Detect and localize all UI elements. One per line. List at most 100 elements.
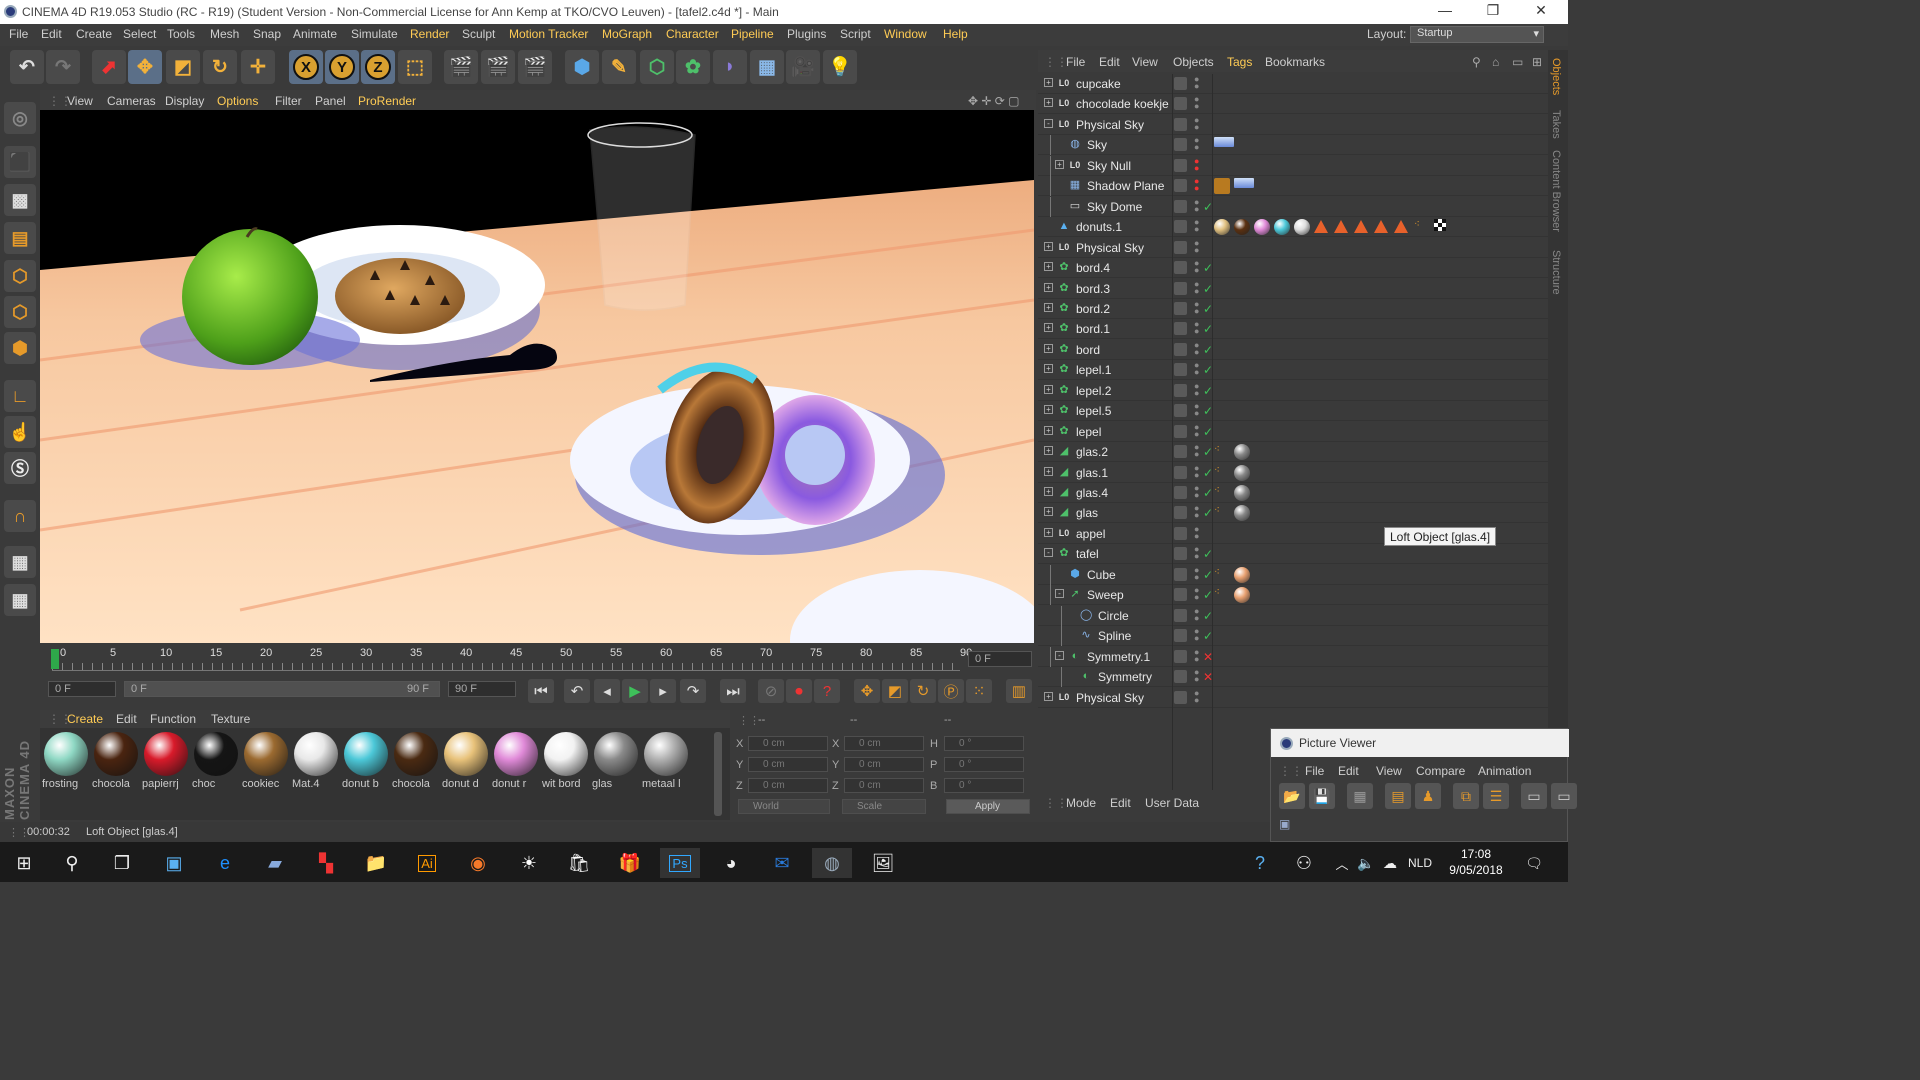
taskbar-edge[interactable]: e [205, 848, 245, 878]
visibility-dots-icon[interactable]: ● ● [1194, 463, 1199, 479]
menu-select[interactable]: Select [123, 27, 156, 41]
coord-value-field[interactable]: 0 cm [748, 736, 828, 751]
expand-icon[interactable]: + [1044, 691, 1053, 701]
object-row[interactable]: + ✿ bord ● ● ✓ [1038, 340, 1548, 360]
layer-visibility-icon[interactable] [1174, 486, 1187, 499]
texture-mode-button[interactable]: ▩ [4, 184, 36, 216]
layer-visibility-icon[interactable] [1174, 690, 1187, 704]
rotate-tool-button[interactable]: ↻ [203, 50, 237, 84]
material-tag-icon[interactable] [1234, 566, 1250, 583]
material-tag-icon[interactable] [1214, 219, 1230, 236]
visibility-dots-icon[interactable]: ● ● [1194, 484, 1199, 500]
sky-texture-tag-icon[interactable] [1234, 178, 1254, 189]
expand-icon[interactable]: + [1044, 241, 1053, 251]
minimize-button[interactable]: — [1430, 2, 1460, 18]
visibility-dots-icon[interactable]: ● ● [1194, 136, 1199, 152]
layer-visibility-icon[interactable] [1174, 506, 1187, 520]
coord-value-field[interactable]: 0 ° [944, 736, 1024, 751]
go-to-start-button[interactable]: ⏮ [528, 679, 554, 703]
coordinate-mode-dropdown[interactable]: World [738, 799, 830, 814]
menu-animate[interactable]: Animate [293, 27, 337, 41]
object-row[interactable]: + L0 cupcake ● ● [1038, 74, 1548, 94]
visibility-dots-icon[interactable]: ● ● [1194, 299, 1199, 315]
triangle-tag-icon[interactable] [1374, 220, 1388, 234]
expand-icon[interactable]: + [1044, 384, 1053, 394]
menu-motion-tracker[interactable]: Motion Tracker [509, 27, 588, 41]
visibility-dots-icon[interactable]: ● ● [1194, 586, 1199, 602]
viewport-menu-cameras[interactable]: Cameras [107, 94, 156, 108]
menu-help[interactable]: Help [943, 27, 968, 41]
end-frame-field[interactable]: 90 F [448, 681, 516, 697]
picture-viewer-titlebar[interactable]: Picture Viewer [1271, 729, 1569, 757]
visibility-dots-icon[interactable]: ● ● [1194, 606, 1199, 622]
search-icon[interactable]: ⚲ [1472, 55, 1481, 69]
layer-visibility-icon[interactable] [1174, 526, 1187, 540]
y-axis-button[interactable]: Y [325, 50, 359, 84]
record-button[interactable]: ⏺ [786, 679, 812, 703]
coord-value-field[interactable]: 0 cm [844, 757, 924, 772]
object-row[interactable]: + ✿ bord.4 ● ● ✓ [1038, 258, 1548, 279]
expand-icon[interactable]: + [1044, 78, 1053, 87]
object-row[interactable]: + ◢ glas ● ● ✓ ⁖ [1038, 503, 1548, 524]
taskbar-chrome[interactable]: ◕ [711, 848, 751, 878]
timeline-track[interactable] [52, 663, 960, 671]
visibility-dots-icon[interactable]: ● ● [1194, 402, 1199, 418]
visibility-dots-icon[interactable]: ● ● [1194, 381, 1199, 397]
taskbar-photos[interactable]: 🖼 [863, 848, 903, 878]
render-view-button[interactable]: 🎬 [444, 50, 478, 84]
expand-icon[interactable]: + [1044, 466, 1053, 476]
coord-value-field[interactable]: 0 ° [944, 757, 1024, 772]
layer-visibility-icon[interactable] [1174, 588, 1187, 602]
object-row[interactable]: - L0 Physical Sky ● ● [1038, 115, 1548, 135]
polygons-mode-button[interactable]: ⬢ [4, 332, 36, 364]
layer-visibility-icon[interactable] [1174, 649, 1187, 663]
material-swatch[interactable]: donut r [492, 732, 540, 792]
expand-icon[interactable]: + [1044, 425, 1053, 435]
expand-icon[interactable]: + [1044, 527, 1053, 537]
menu-render[interactable]: Render [410, 27, 449, 41]
pv-window2-button[interactable]: ▭ [1551, 783, 1577, 809]
texture-checker-icon[interactable] [1434, 219, 1446, 232]
layer-visibility-icon[interactable] [1174, 220, 1187, 234]
visibility-dots-icon[interactable]: ● ● [1194, 340, 1199, 356]
taskbar-illustrator[interactable]: Ai [407, 848, 447, 878]
object-row[interactable]: + ✿ bord.2 ● ● ✓ [1038, 299, 1548, 319]
object-row[interactable]: + ✿ bord.1 ● ● ✓ [1038, 319, 1548, 340]
material-tag-icon[interactable] [1274, 219, 1290, 236]
visibility-dots-icon[interactable]: ● ● [1194, 504, 1199, 520]
material-tag-icon[interactable] [1254, 219, 1270, 236]
visibility-dots-icon[interactable]: ● ● [1194, 238, 1199, 254]
object-row[interactable]: + ✿ bord.3 ● ● ✓ [1038, 279, 1548, 299]
layer-visibility-icon[interactable] [1174, 424, 1187, 438]
object-row[interactable]: ◍ Sky ● ● [1038, 135, 1548, 156]
restore-button[interactable]: ❐ [1478, 2, 1508, 19]
object-row[interactable]: + ◢ glas.1 ● ● ✓ ⁖ [1038, 463, 1548, 483]
key-position-button[interactable]: ✥ [854, 679, 880, 703]
key-parameter-button[interactable]: Ⓟ [938, 679, 964, 703]
object-row[interactable]: + L0 Physical Sky ● ● [1038, 238, 1548, 258]
taskbar-app-1[interactable]: ▣ [154, 848, 194, 878]
layer-visibility-icon[interactable] [1174, 363, 1187, 377]
phong-tag-icon[interactable]: ⁖ [1214, 485, 1230, 501]
objects-menu-bookmarks[interactable]: Bookmarks [1265, 55, 1325, 69]
visibility-dots-icon[interactable]: ● ● [1194, 422, 1199, 438]
pv-stop-button[interactable]: ♟ [1415, 783, 1441, 809]
help-tray-icon[interactable]: ? [1240, 848, 1280, 878]
taskbar-store[interactable]: 🛍 [559, 848, 599, 878]
layer-visibility-icon[interactable] [1174, 567, 1187, 581]
material-tag-icon[interactable] [1234, 505, 1250, 522]
expand-icon[interactable]: + [1044, 282, 1053, 292]
expand-icon[interactable]: + [1055, 159, 1064, 169]
expand-icon[interactable]: + [1044, 323, 1053, 333]
light-button[interactable]: 💡 [823, 50, 857, 84]
phong-tag-icon[interactable]: ⁖ [1214, 444, 1230, 460]
menu-edit[interactable]: Edit [41, 27, 62, 41]
object-row[interactable]: ▦ Shadow Plane ● ● [1038, 176, 1548, 197]
pv-menu-file[interactable]: File [1305, 764, 1324, 778]
collapse-icon[interactable]: - [1055, 589, 1064, 599]
pv-window-button[interactable]: ▭ [1521, 783, 1547, 809]
layer-visibility-icon[interactable] [1174, 465, 1187, 479]
material-swatch[interactable]: choc [192, 732, 240, 792]
viewport-nav-icons[interactable]: ✥ ✛ ⟳ ▢ [968, 94, 1020, 108]
close-button[interactable]: ✕ [1526, 2, 1556, 19]
